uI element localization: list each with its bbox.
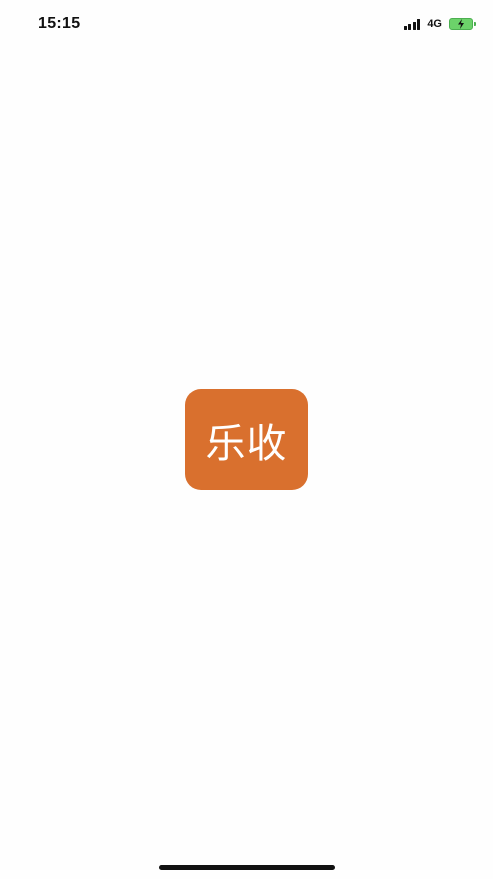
status-time: 15:15 [38, 15, 81, 32]
status-bar: 15:15 4G [0, 0, 493, 46]
network-type: 4G [427, 18, 442, 30]
battery-charging-icon [449, 18, 476, 30]
app-logo: 乐收 [185, 389, 308, 490]
signal-bars-icon [403, 18, 421, 30]
app-logo-text: 乐收 [205, 420, 288, 467]
home-indicator[interactable] [159, 865, 335, 870]
splash-screen: 15:15 4G 乐收 [0, 0, 493, 879]
status-indicators: 4G [403, 17, 476, 31]
charging-bolt-icon [458, 19, 464, 29]
